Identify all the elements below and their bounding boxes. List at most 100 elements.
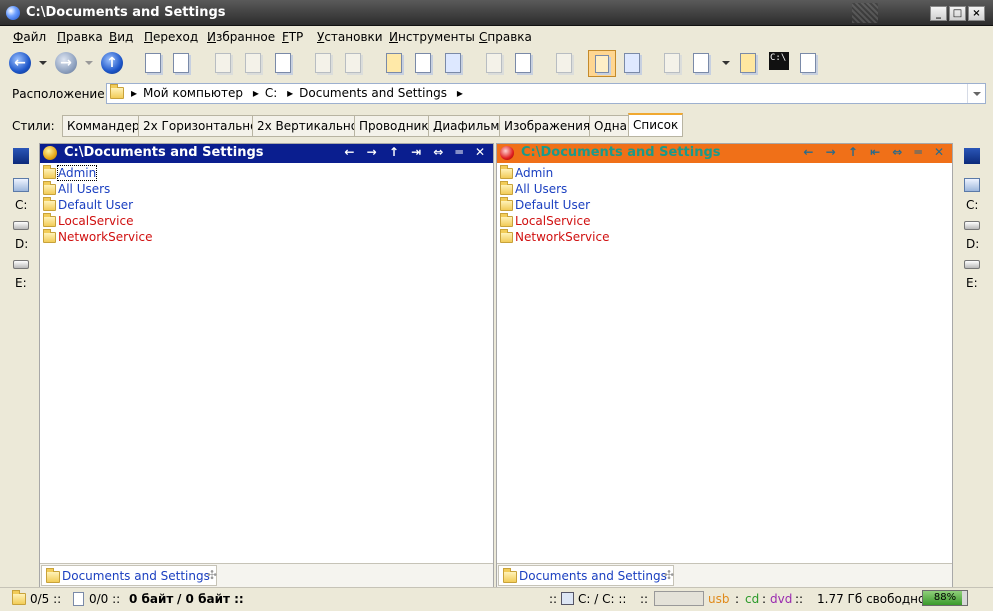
- address-dropdown-button[interactable]: [967, 84, 985, 103]
- list-item[interactable]: NetworkService: [41, 229, 492, 245]
- crumb-my-computer[interactable]: Мой компьютер: [143, 86, 243, 100]
- cut-icon[interactable]: [215, 53, 231, 73]
- drive-e-icon[interactable]: [13, 260, 29, 269]
- close-button[interactable]: ×: [968, 6, 985, 21]
- left-folder-tab[interactable]: Documents and Settings: [41, 565, 217, 586]
- left-panel[interactable]: C:\Documents and Settings ← → ↑ ⇥ ⇔ ═ ✕ …: [39, 143, 494, 588]
- delete-icon[interactable]: [486, 53, 502, 73]
- menu-go[interactable]: Переход: [144, 30, 198, 44]
- menu-file[interactable]: Файл: [13, 30, 46, 44]
- style-tab-single[interactable]: Одна: [589, 115, 632, 137]
- file-name: All Users: [58, 182, 111, 196]
- menu-ftp[interactable]: FTP: [282, 30, 303, 44]
- menu-view[interactable]: Вид: [109, 30, 133, 44]
- undo-icon[interactable]: [515, 53, 531, 73]
- style-tab-images[interactable]: Изображения: [499, 115, 596, 137]
- arrow-right-icon: →: [60, 55, 72, 71]
- right-panel[interactable]: C:\Documents and Settings ← → ↑ ⇤ ⇔ ═ ✕ …: [496, 143, 953, 588]
- folder-icon: [500, 229, 513, 243]
- check-icon[interactable]: [800, 53, 816, 73]
- list-item[interactable]: Admin: [41, 165, 492, 181]
- folder-icon: [43, 181, 56, 195]
- preview-icon[interactable]: [624, 53, 640, 73]
- crumb-drive[interactable]: C:: [265, 86, 277, 100]
- properties-icon[interactable]: [145, 53, 161, 73]
- menu-favorites[interactable]: Избранное: [207, 30, 275, 44]
- maximize-button[interactable]: □: [949, 6, 966, 21]
- paste-icon[interactable]: [275, 53, 291, 73]
- blank-doc-icon[interactable]: [664, 53, 680, 73]
- new-folder-icon[interactable]: [386, 53, 402, 73]
- dvd-link[interactable]: dvd: [770, 592, 792, 606]
- style-tab-commander[interactable]: Коммандер: [62, 115, 145, 137]
- drive-status-icon: [561, 592, 574, 605]
- drive-d-icon[interactable]: [964, 221, 980, 230]
- network-drive-icon[interactable]: [964, 178, 980, 192]
- new-tab-button[interactable]: ✣: [661, 566, 677, 585]
- forward-button[interactable]: →: [55, 52, 77, 74]
- folder-icon: [500, 181, 513, 195]
- drive-d-label[interactable]: D:: [966, 237, 979, 251]
- copy-to-icon[interactable]: [315, 53, 331, 73]
- search-icon[interactable]: [556, 53, 572, 73]
- right-drive-bar: C: D: E:: [957, 143, 987, 588]
- style-tab-list[interactable]: Список: [628, 113, 684, 137]
- help-doc-icon[interactable]: [173, 53, 189, 73]
- list-item[interactable]: All Users: [498, 181, 951, 197]
- menu-settings[interactable]: Установки: [317, 30, 383, 44]
- list-item[interactable]: Default User: [498, 197, 951, 213]
- style-tab-2x-horizontal[interactable]: 2x Горизонтально: [138, 115, 263, 137]
- cd-link[interactable]: cd: [745, 592, 759, 606]
- rename-icon[interactable]: [415, 53, 431, 73]
- list-item[interactable]: Default User: [41, 197, 492, 213]
- title-decoration: [852, 3, 878, 23]
- print-icon[interactable]: [740, 53, 756, 73]
- menu-tools[interactable]: Инструменты: [389, 30, 475, 44]
- back-button[interactable]: ←: [9, 52, 31, 74]
- menu-edit[interactable]: Правка: [57, 30, 103, 44]
- file-name: Default User: [515, 198, 591, 212]
- drive-e-label[interactable]: E:: [966, 276, 978, 290]
- refresh-icon[interactable]: [445, 53, 461, 73]
- copy-icon[interactable]: [245, 53, 261, 73]
- forward-dropdown-icon[interactable]: [85, 61, 93, 65]
- up-button[interactable]: ↑: [101, 52, 123, 74]
- drive-d-label[interactable]: D:: [15, 237, 28, 251]
- drive-e-icon[interactable]: [964, 260, 980, 269]
- drive-d-icon[interactable]: [13, 221, 29, 230]
- left-panel-header[interactable]: C:\Documents and Settings ← → ↑ ⇥ ⇔ ═ ✕: [40, 144, 493, 163]
- usb-link[interactable]: usb: [708, 592, 729, 606]
- new-tab-button[interactable]: ✣: [204, 566, 220, 585]
- command-prompt-icon[interactable]: C:\: [769, 52, 789, 70]
- edit-icon[interactable]: [693, 53, 709, 73]
- crumb-separator-icon: ▸: [287, 86, 294, 100]
- style-tab-explorer[interactable]: Проводник: [354, 115, 434, 137]
- network-drive-icon[interactable]: [13, 178, 29, 192]
- left-panel-nav-buttons[interactable]: ← → ↑ ⇥ ⇔ ═ ✕: [344, 145, 489, 159]
- list-item[interactable]: NetworkService: [498, 229, 951, 245]
- list-item[interactable]: All Users: [41, 181, 492, 197]
- menu-help[interactable]: Справка: [479, 30, 532, 44]
- list-item[interactable]: LocalService: [498, 213, 951, 229]
- drive-e-label[interactable]: E:: [15, 276, 27, 290]
- drive-c-label[interactable]: C:: [15, 198, 27, 212]
- address-input[interactable]: ▸ Мой компьютер ▸ C: ▸ Documents and Settin…: [106, 83, 986, 104]
- style-tab-filmstrip[interactable]: Диафильм: [428, 115, 505, 137]
- back-dropdown-icon[interactable]: [39, 61, 47, 65]
- edit-dropdown-icon[interactable]: [722, 61, 730, 65]
- list-item[interactable]: Admin: [498, 165, 951, 181]
- move-to-icon[interactable]: [345, 53, 361, 73]
- list-item[interactable]: LocalService: [41, 213, 492, 229]
- arrow-up-icon: ↑: [106, 55, 118, 71]
- right-panel-nav-buttons[interactable]: ← → ↑ ⇤ ⇔ ═ ✕: [803, 145, 948, 159]
- drive-c-label[interactable]: C:: [966, 198, 978, 212]
- minimize-button[interactable]: _: [930, 6, 947, 21]
- panel-toggle-icon[interactable]: [13, 148, 29, 164]
- folder-tab-label: Documents and Settings: [519, 569, 667, 583]
- right-panel-header[interactable]: C:\Documents and Settings ← → ↑ ⇤ ⇔ ═ ✕: [497, 144, 952, 163]
- crumb-folder[interactable]: Documents and Settings: [299, 86, 447, 100]
- style-tab-2x-vertical[interactable]: 2x Вертикально: [252, 115, 364, 137]
- right-folder-tab[interactable]: Documents and Settings: [498, 565, 674, 586]
- panel-toggle-icon[interactable]: [964, 148, 980, 164]
- folder-icon: [43, 213, 56, 227]
